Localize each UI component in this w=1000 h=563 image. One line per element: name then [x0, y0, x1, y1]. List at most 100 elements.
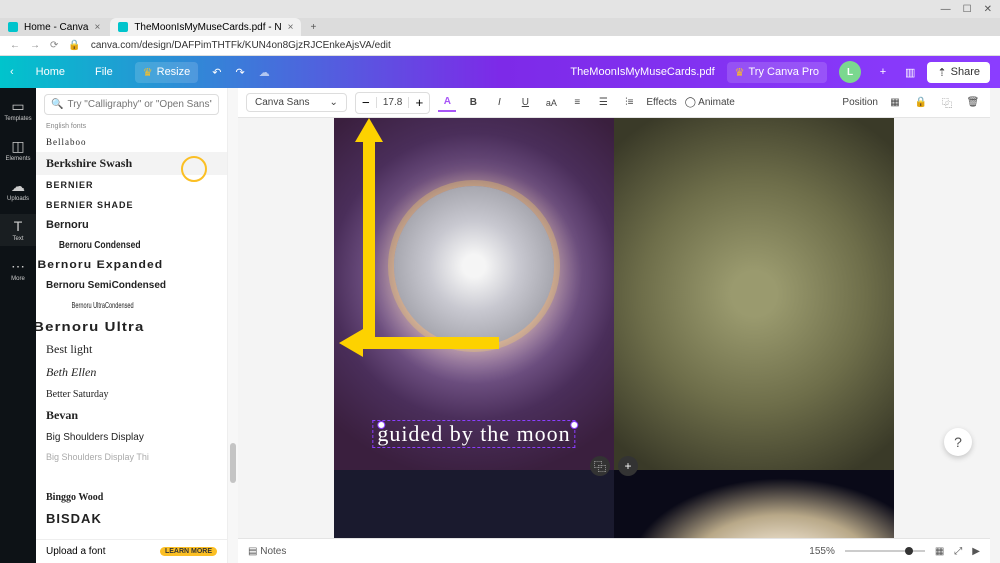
italic-button[interactable]: I: [490, 94, 508, 112]
try-pro-button[interactable]: ♛Try Canva Pro: [727, 62, 827, 83]
animate-button[interactable]: ◯ Animate: [685, 97, 735, 108]
font-panel: 🔍 English fonts BellabooBerkshire SwashB…: [36, 88, 228, 563]
rail-uploads[interactable]: ☁Uploads: [0, 174, 36, 206]
rail-more[interactable]: ⋯More: [0, 254, 36, 286]
font-item[interactable]: Beth Ellen: [36, 361, 227, 384]
font-item[interactable]: Big Shoulders Display Thi: [36, 447, 227, 467]
help-button[interactable]: ?: [944, 428, 972, 456]
lock-icon[interactable]: 🔒: [912, 94, 930, 112]
font-item[interactable]: Bernoru: [36, 215, 227, 235]
font-item[interactable]: Bellaboo: [36, 132, 227, 152]
font-item[interactable]: BERNIER: [36, 175, 227, 195]
font-section-label: English fonts: [36, 121, 227, 132]
font-item[interactable]: BERNIER SHADE: [36, 195, 227, 215]
page-moonrise[interactable]: [614, 470, 894, 538]
upload-icon: ⇡: [937, 66, 946, 79]
reload-icon[interactable]: ⟳: [50, 40, 58, 51]
font-item[interactable]: [36, 467, 227, 487]
text-icon: T: [10, 218, 26, 234]
page-stone-face[interactable]: [614, 118, 894, 470]
page-float-toolbar: ⿻ +: [590, 456, 638, 476]
browser-tab-home[interactable]: Home - Canva ×: [0, 18, 108, 36]
font-search-input[interactable]: [67, 99, 212, 110]
decrease-size-button[interactable]: −: [356, 93, 376, 113]
url-text[interactable]: canva.com/design/DAFPimTHTFk/KUN4on8GjzR…: [91, 40, 990, 51]
text-box-guided[interactable]: guided by the moon: [372, 420, 575, 448]
font-item[interactable]: Bernoru Condensed: [50, 235, 212, 255]
learn-more-badge[interactable]: LEARN MORE: [160, 547, 217, 556]
rail-elements[interactable]: ◫Elements: [0, 134, 36, 166]
document-title[interactable]: TheMoonIsMyMuseCards.pdf: [570, 66, 714, 78]
upload-font-row[interactable]: Upload a font LEARN MORE: [36, 539, 227, 563]
maximize-icon[interactable]: ☐: [963, 4, 972, 15]
font-item[interactable]: Berkshire Swash: [36, 152, 227, 175]
grid-view-icon[interactable]: ▦: [935, 546, 944, 557]
font-item[interactable]: [36, 530, 227, 539]
duplicate-icon[interactable]: ⿻: [938, 94, 956, 112]
share-button[interactable]: ⇡ Share: [927, 62, 990, 83]
page-dark[interactable]: [334, 470, 614, 538]
forward-icon[interactable]: →: [30, 40, 40, 51]
font-search-wrap[interactable]: 🔍: [44, 94, 219, 115]
font-item[interactable]: Binggo Wood: [36, 487, 227, 507]
scrollbar-thumb[interactable]: [230, 443, 236, 483]
canvas-scrollbar[interactable]: [990, 88, 1000, 563]
font-panel-scrollbar[interactable]: [228, 88, 238, 563]
new-tab-button[interactable]: +: [303, 18, 323, 36]
zoom-slider[interactable]: [845, 550, 925, 552]
rail-templates[interactable]: ▭Templates: [0, 94, 36, 126]
present-icon[interactable]: ▶: [972, 546, 980, 557]
tab-close-icon[interactable]: ×: [94, 22, 100, 33]
font-item[interactable]: Bernoru SemiCondensed: [36, 275, 227, 295]
effects-button[interactable]: Effects: [646, 97, 676, 108]
font-family-select[interactable]: Canva Sans ⌄: [246, 93, 347, 112]
canvas-area[interactable]: guided by the moon ⿻ +: [238, 118, 990, 538]
font-item[interactable]: Bevan: [36, 404, 227, 427]
zoom-thumb[interactable]: [905, 547, 913, 555]
notes-button[interactable]: ▤ Notes: [248, 546, 286, 557]
font-item[interactable]: Bernoru Expanded: [36, 255, 227, 275]
address-bar-row: ← → ⟳ 🔒 canva.com/design/DAFPimTHTFk/KUN…: [0, 36, 1000, 56]
search-icon: 🔍: [51, 99, 63, 110]
minimize-icon[interactable]: —: [941, 4, 951, 15]
duplicate-page-icon[interactable]: ⿻: [590, 456, 610, 476]
font-item[interactable]: BISDAK: [36, 507, 227, 530]
zoom-value[interactable]: 155%: [809, 546, 835, 557]
font-size-value[interactable]: 17.8: [376, 97, 409, 108]
bold-button[interactable]: B: [464, 94, 482, 112]
add-page-icon[interactable]: +: [618, 456, 638, 476]
font-item[interactable]: Bernoru UltraCondensed: [65, 295, 199, 315]
letter-case-button[interactable]: aA: [542, 94, 560, 112]
resize-button[interactable]: ♛Resize: [135, 62, 199, 83]
browser-tab-doc[interactable]: TheMoonIsMyMuseCards.pdf - N ×: [110, 18, 301, 36]
chevron-down-icon: ⌄: [329, 97, 337, 108]
home-button[interactable]: Home: [28, 62, 73, 82]
upload-font-label: Upload a font: [46, 546, 106, 557]
font-item[interactable]: Big Shoulders Display: [36, 427, 227, 447]
undo-icon[interactable]: ↶: [212, 66, 221, 79]
close-window-icon[interactable]: ✕: [984, 4, 992, 15]
font-item[interactable]: Bernoru Ultra: [36, 315, 227, 338]
present-icon[interactable]: ▥: [905, 66, 915, 79]
list-button[interactable]: ☰: [594, 94, 612, 112]
fullscreen-icon[interactable]: ⤢: [954, 546, 962, 557]
delete-icon[interactable]: 🗑: [964, 94, 982, 112]
text-color-button[interactable]: A: [438, 94, 456, 112]
font-list[interactable]: BellabooBerkshire SwashBERNIERBERNIER SH…: [36, 132, 227, 539]
back-icon[interactable]: ←: [10, 40, 20, 51]
file-menu[interactable]: File: [87, 62, 121, 82]
font-item[interactable]: Better Saturday: [36, 384, 227, 404]
redo-icon[interactable]: ↷: [235, 66, 244, 79]
transparency-icon[interactable]: ▦: [886, 94, 904, 112]
position-button[interactable]: Position: [842, 97, 878, 108]
tab-close-icon[interactable]: ×: [288, 22, 294, 33]
underline-button[interactable]: U: [516, 94, 534, 112]
font-item[interactable]: Best light: [36, 338, 227, 361]
spacing-button[interactable]: ⫶≡: [620, 94, 638, 112]
back-arrow-icon[interactable]: ‹: [10, 66, 14, 78]
add-member-button[interactable]: +: [873, 62, 893, 82]
increase-size-button[interactable]: +: [409, 93, 429, 113]
rail-text[interactable]: TText: [0, 214, 36, 246]
user-avatar[interactable]: L: [839, 61, 861, 83]
align-button[interactable]: ≡: [568, 94, 586, 112]
